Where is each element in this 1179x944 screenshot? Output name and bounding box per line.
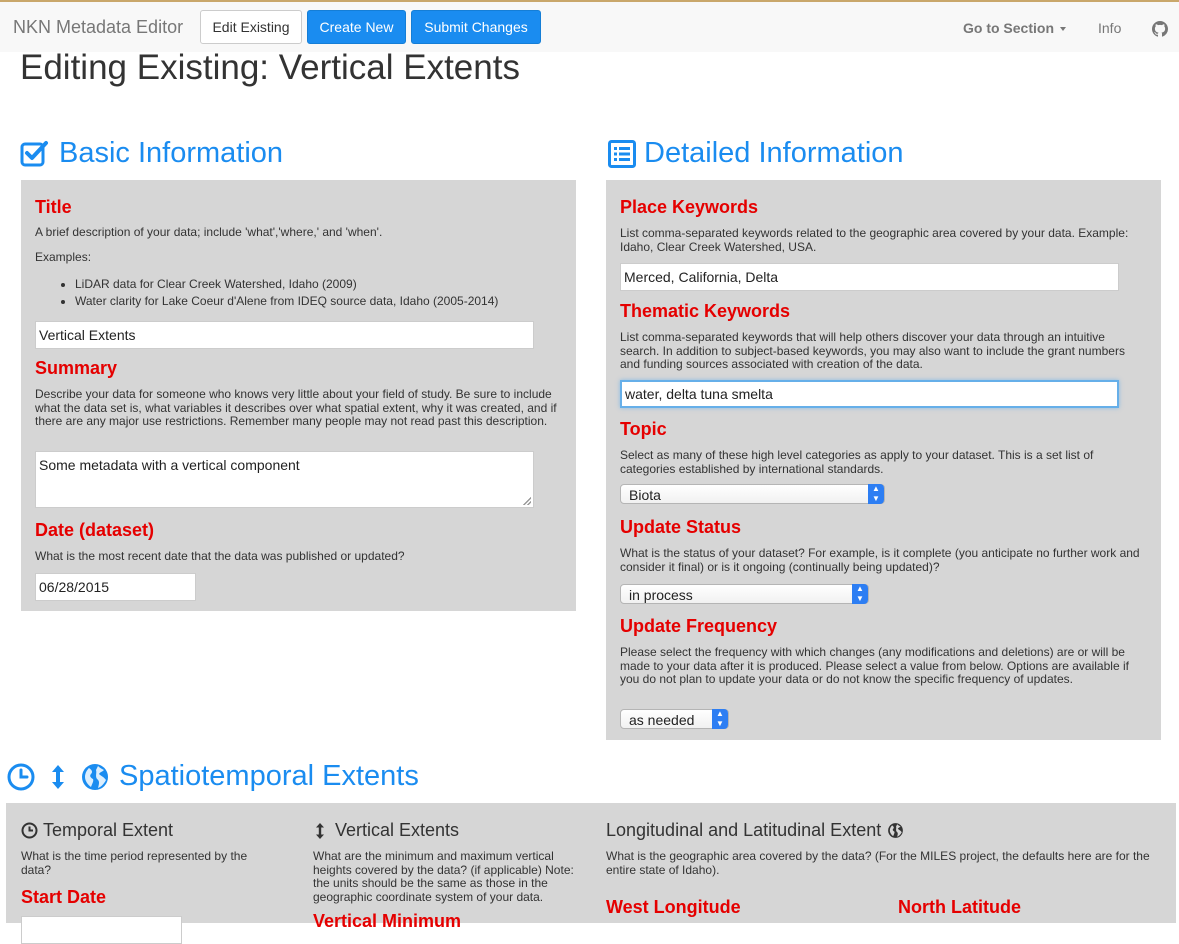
title-input[interactable]: Vertical Extents — [35, 321, 534, 349]
examples-list: LiDAR data for Clear Creek Watershed, Id… — [35, 276, 498, 310]
basic-information-heading: Basic Information — [20, 137, 283, 170]
resize-handle[interactable] — [523, 497, 531, 505]
topic-selected-value: Biota — [629, 487, 661, 503]
update-status-help: What is the status of your dataset? For … — [620, 546, 1140, 574]
vertical-extents-help: What are the minimum and maximum vertica… — [313, 849, 574, 904]
temporal-extent-heading: Temporal Extent — [21, 820, 173, 841]
edit-existing-button[interactable]: Edit Existing — [200, 10, 302, 44]
select-arrows-icon: ▲ ▼ — [868, 484, 884, 504]
detailed-information-panel: Place Keywords List comma-separated keyw… — [606, 180, 1161, 740]
update-frequency-label: Update Frequency — [620, 616, 778, 636]
navbar: NKN Metadata Editor Edit Existing Create… — [0, 0, 1179, 52]
place-keywords-help: List comma-separated keywords related to… — [620, 226, 1129, 254]
topic-label: Topic — [620, 419, 667, 439]
start-date-label: Start Date — [21, 887, 107, 907]
title-label: Title — [35, 197, 72, 217]
place-keywords-label: Place Keywords — [620, 197, 759, 217]
date-label: Date (dataset) — [35, 520, 155, 540]
select-arrows-icon: ▲ ▼ — [712, 709, 728, 729]
go-to-section-label: Go to Section — [963, 20, 1054, 36]
detailed-information-title: Detailed Information — [644, 137, 904, 169]
update-status-label: Update Status — [620, 517, 742, 537]
vertical-arrows-icon — [316, 822, 324, 839]
title-help: A brief description of your data; includ… — [35, 225, 383, 239]
detailed-information-heading: Detailed Information — [608, 137, 904, 170]
update-frequency-selected-value: as needed — [629, 712, 695, 728]
list-item: Water clarity for Lake Coeur d'Alene fro… — [75, 293, 498, 310]
globe-icon — [888, 823, 904, 838]
create-new-button[interactable]: Create New — [307, 10, 406, 44]
examples-label: Examples: — [35, 250, 92, 264]
list-icon — [608, 139, 636, 168]
vertical-extents-title: Vertical Extents — [335, 820, 460, 840]
clock-icon — [21, 822, 38, 839]
chevron-down-icon — [1060, 27, 1066, 32]
update-frequency-select[interactable]: as needed ▲ ▼ — [620, 709, 729, 729]
brand-link[interactable]: NKN Metadata Editor — [13, 17, 183, 38]
summary-textarea[interactable]: Some metadata with a vertical component — [35, 451, 534, 508]
lonlat-extent-heading: Longitudinal and Latitudinal Extent — [606, 820, 904, 841]
spatiotemporal-title: Spatiotemporal Extents — [119, 760, 419, 792]
summary-text: Some metadata with a vertical component — [39, 457, 300, 473]
thematic-keywords-input[interactable]: water, delta tuna smelta — [620, 380, 1119, 408]
basic-information-title: Basic Information — [59, 137, 284, 169]
topic-help: Select as many of these high level categ… — [620, 448, 1094, 476]
spatiotemporal-panel: Temporal Extent What is the time period … — [6, 803, 1176, 944]
list-item: LiDAR data for Clear Creek Watershed, Id… — [75, 276, 498, 293]
update-status-selected-value: in process — [629, 587, 693, 603]
temporal-extent-title: Temporal Extent — [43, 820, 174, 840]
submit-changes-button[interactable]: Submit Changes — [411, 10, 541, 44]
north-latitude-label: North Latitude — [898, 897, 1021, 917]
summary-help: Describe your data for someone who knows… — [35, 387, 557, 428]
clock-icon — [7, 763, 35, 790]
info-link[interactable]: Info — [1098, 20, 1121, 36]
thematic-keywords-label: Thematic Keywords — [620, 301, 791, 321]
vertical-arrows-icon — [52, 764, 64, 789]
date-input[interactable]: 06/28/2015 — [35, 573, 196, 601]
lonlat-extent-help: What is the geographic area covered by t… — [606, 849, 1150, 877]
github-icon[interactable] — [1152, 21, 1168, 37]
update-frequency-help: Please select the frequency with which c… — [620, 645, 1129, 686]
globe-icon — [82, 763, 108, 790]
update-status-select[interactable]: in process ▲ ▼ — [620, 584, 869, 604]
select-arrows-icon: ▲ ▼ — [852, 584, 868, 604]
spatiotemporal-heading: Spatiotemporal Extents — [6, 760, 419, 793]
west-longitude-label: West Longitude — [606, 897, 741, 917]
check-square-icon — [20, 140, 48, 166]
start-date-input[interactable] — [21, 916, 182, 944]
lonlat-extent-title: Longitudinal and Latitudinal Extent — [606, 820, 882, 840]
summary-label: Summary — [35, 358, 118, 378]
date-help: What is the most recent date that the da… — [35, 549, 405, 563]
vertical-extents-heading: Vertical Extents — [314, 820, 459, 841]
page-title: Editing Existing: Vertical Extents — [20, 48, 520, 87]
thematic-keywords-help: List comma-separated keywords that will … — [620, 330, 1125, 371]
temporal-extent-help: What is the time period represented by t… — [21, 849, 248, 877]
go-to-section-dropdown[interactable]: Go to Section — [963, 20, 1066, 36]
vertical-minimum-label: Vertical Minimum — [313, 911, 462, 931]
basic-information-panel: Title A brief description of your data; … — [21, 180, 576, 611]
topic-select[interactable]: Biota ▲ ▼ — [620, 484, 885, 504]
place-keywords-input[interactable]: Merced, California, Delta — [620, 263, 1119, 291]
